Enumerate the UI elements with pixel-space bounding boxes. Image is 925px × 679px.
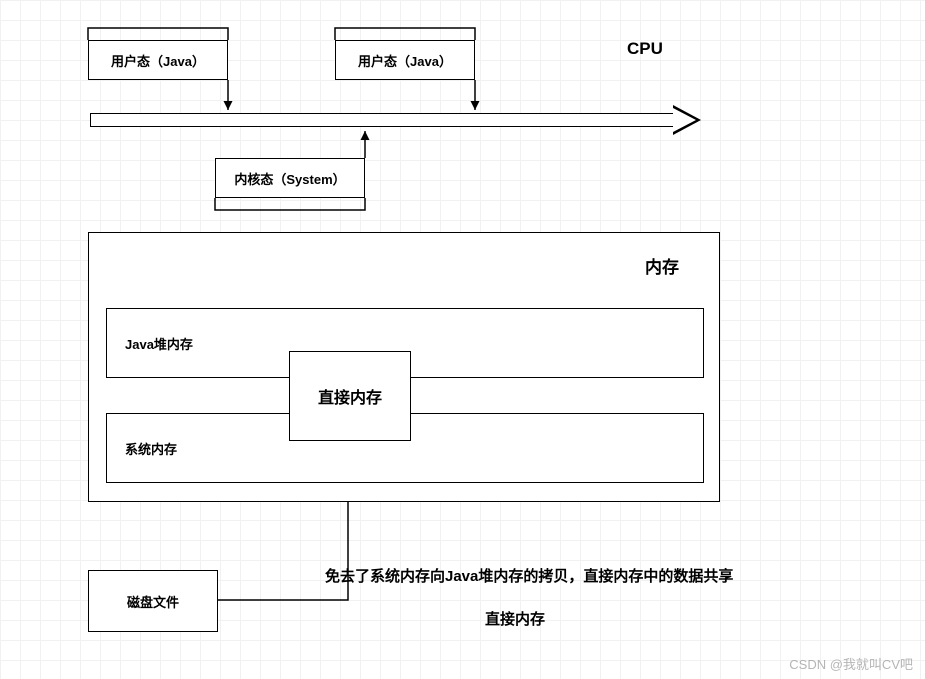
caption-line-1: 免去了系统内存向Java堆内存的拷贝，直接内存中的数据共享	[325, 565, 733, 586]
user-mode-label-1: 用户态（Java）	[111, 51, 205, 70]
kernel-mode-label: 内核态（System）	[234, 169, 345, 188]
memory-title: 内存	[645, 253, 679, 278]
user-mode-box-2: 用户态（Java）	[335, 40, 475, 80]
direct-memory-label: 直接内存	[318, 384, 382, 408]
cpu-timeline-bar	[90, 113, 675, 127]
cpu-label: CPU	[627, 39, 663, 59]
user-mode-label-2: 用户态（Java）	[358, 51, 452, 70]
kernel-mode-box: 内核态（System）	[215, 158, 365, 198]
user-mode-box-1: 用户态（Java）	[88, 40, 228, 80]
disk-file-box: 磁盘文件	[88, 570, 218, 632]
watermark: CSDN @我就叫CV吧	[789, 654, 913, 673]
disk-file-label: 磁盘文件	[127, 592, 179, 611]
system-memory-label: 系统内存	[125, 439, 177, 458]
memory-container: 内存 Java堆内存 系统内存 直接内存	[88, 232, 720, 502]
caption-line-2: 直接内存	[485, 608, 545, 629]
direct-memory-box: 直接内存	[289, 351, 411, 441]
java-heap-label: Java堆内存	[125, 334, 193, 353]
arrowhead-icon	[673, 105, 701, 135]
